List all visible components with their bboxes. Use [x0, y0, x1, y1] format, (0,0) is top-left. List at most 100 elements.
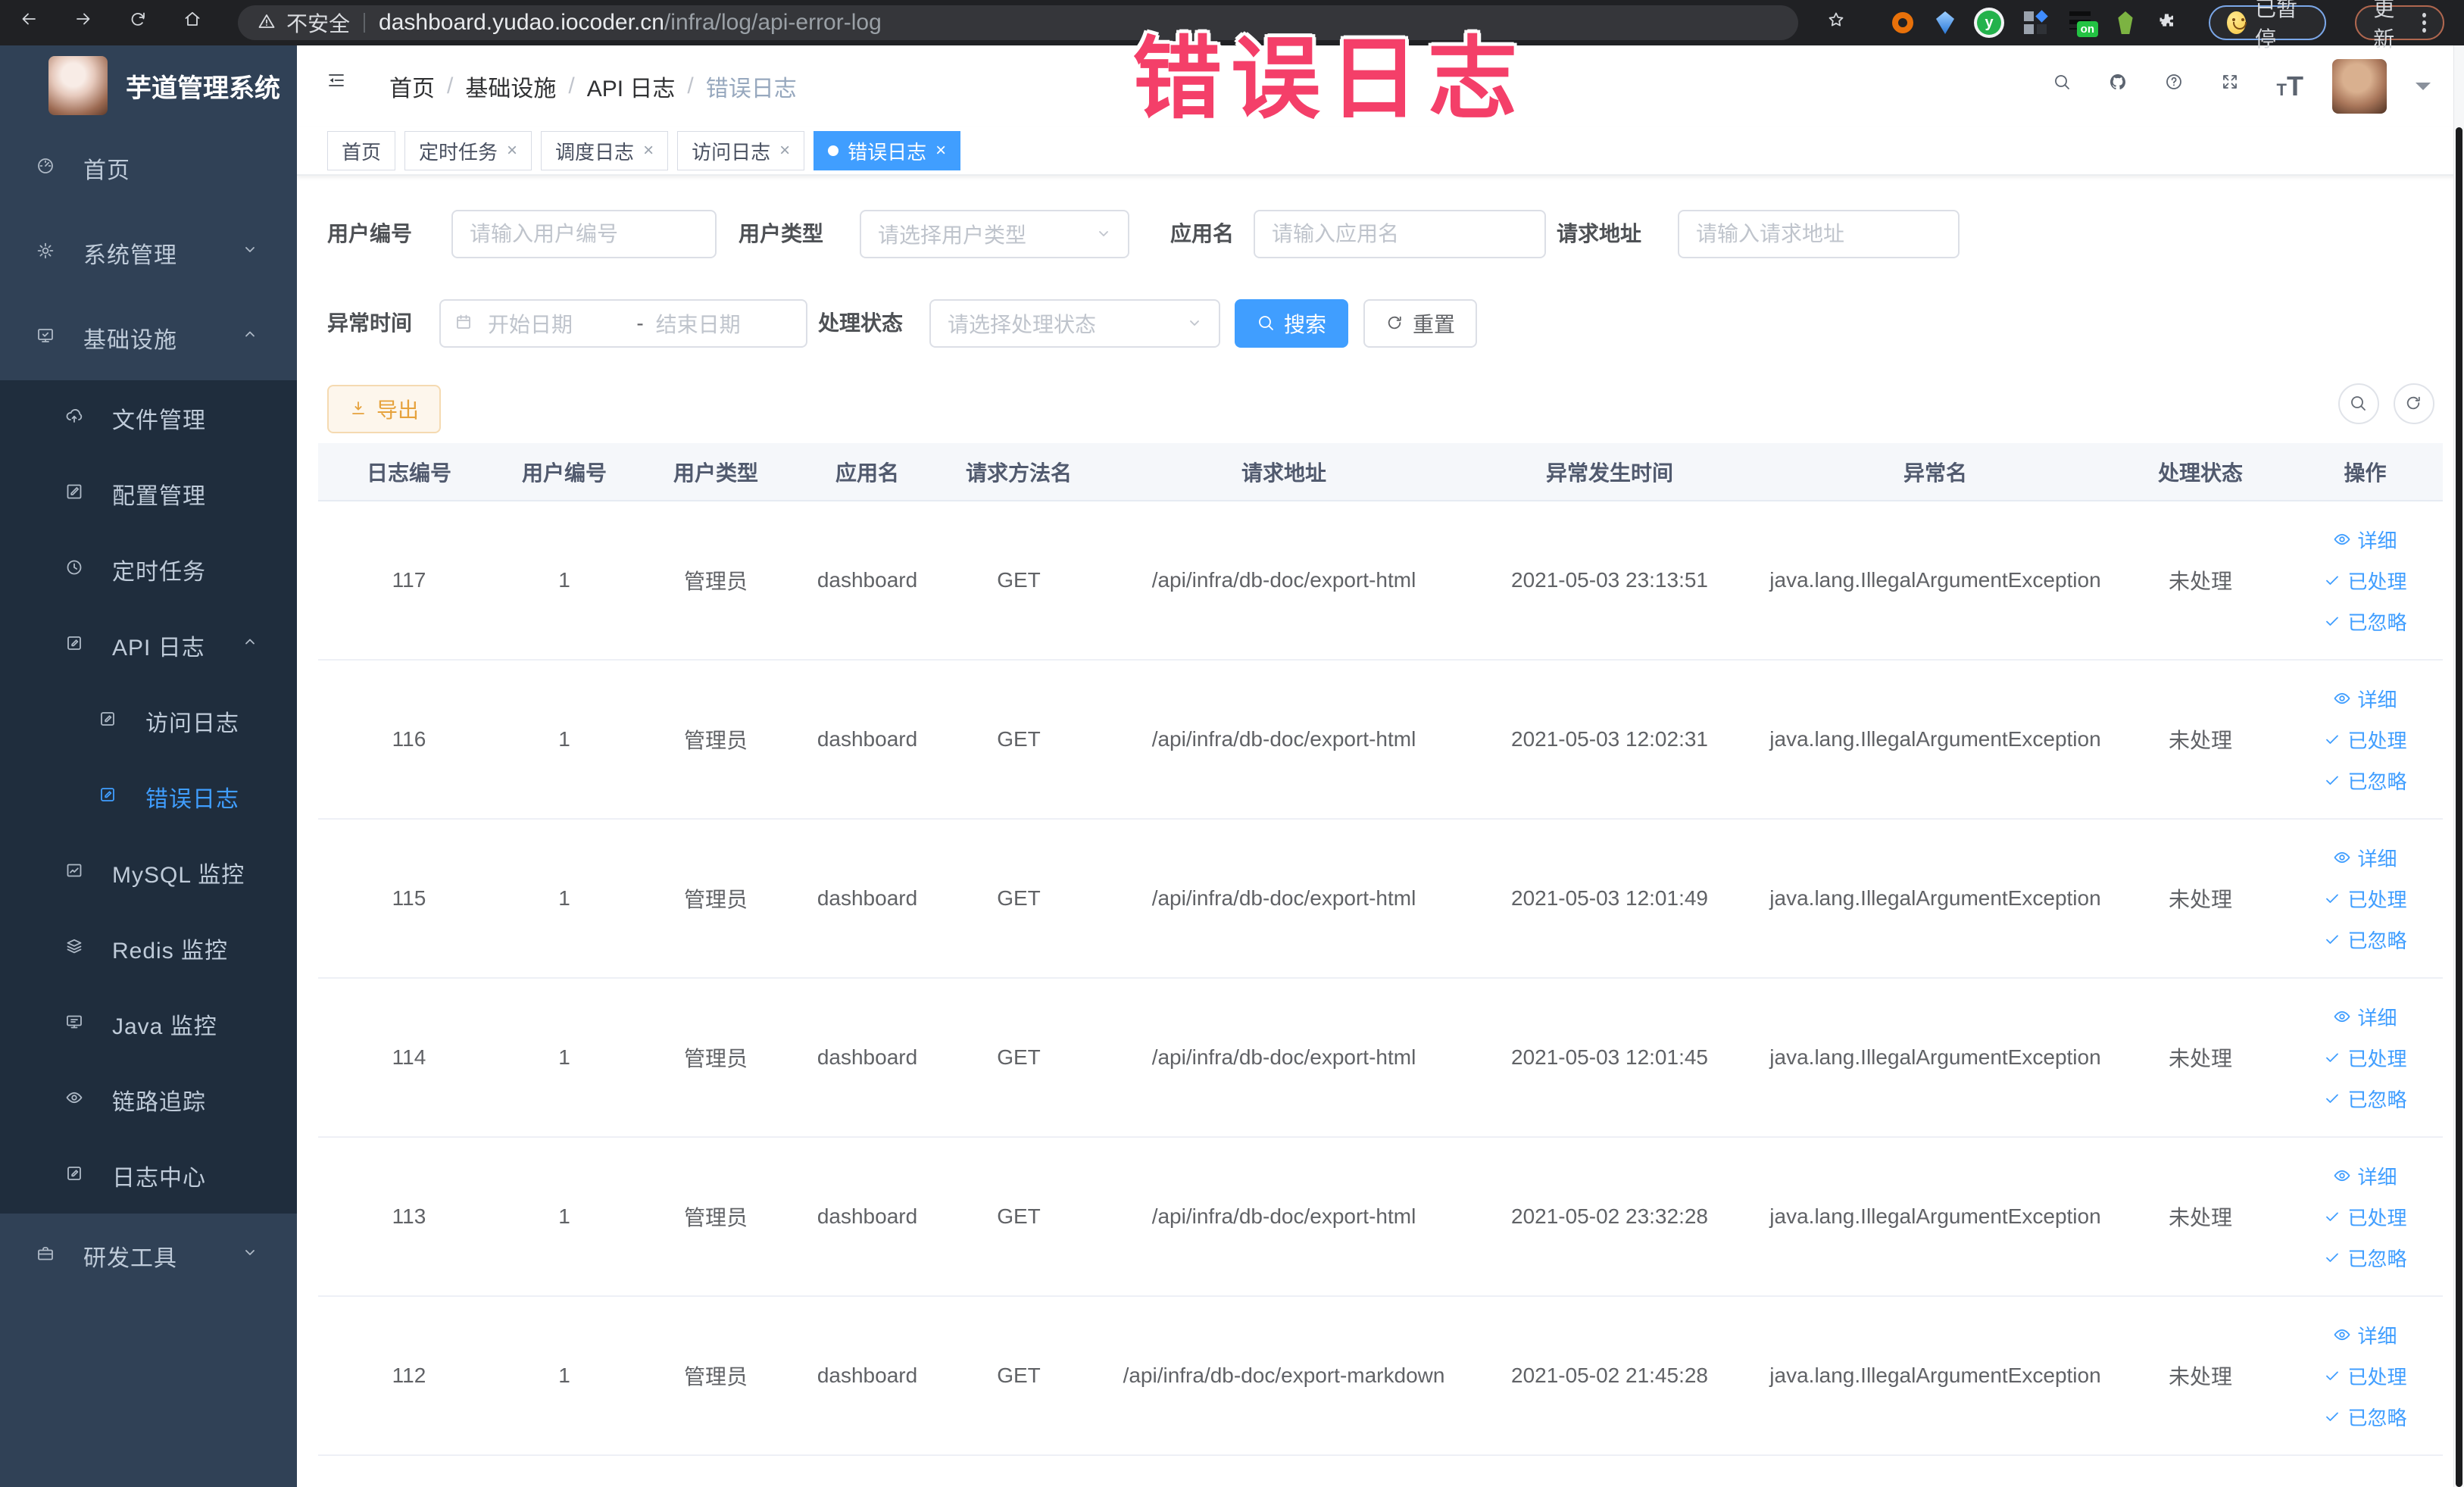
close-icon[interactable]: × [779, 140, 790, 161]
mark-processed-link[interactable]: 已处理 [2323, 561, 2407, 599]
breadcrumb-item[interactable]: API 日志 [587, 70, 676, 103]
breadcrumb-item[interactable]: 首页 [389, 70, 435, 103]
sidebar-item-scheduled-jobs[interactable]: 定时任务 [0, 532, 297, 608]
mark-ignored-link[interactable]: 已忽略 [2323, 1239, 2407, 1276]
user-id-input[interactable] [451, 210, 717, 258]
browser-menu-icon[interactable] [2422, 20, 2426, 25]
detail-link[interactable]: 详细 [2333, 998, 2397, 1036]
search-icon[interactable] [2053, 73, 2080, 100]
refresh-table-button[interactable] [2394, 383, 2434, 424]
avatar-caret-icon[interactable] [2416, 83, 2431, 98]
sidebar-item-system[interactable]: 系统管理 [0, 211, 297, 295]
sidebar-item-access-log[interactable]: 访问日志 [0, 683, 297, 759]
sidebar-item-error-log[interactable]: 错误日志 [0, 759, 297, 835]
mark-processed-link[interactable]: 已处理 [2323, 1198, 2407, 1236]
log-icon [65, 1161, 91, 1191]
extension-grid-icon[interactable] [2024, 10, 2048, 34]
scrollbar-thumb[interactable] [2456, 127, 2462, 1487]
cell-app-name: dashboard [803, 1296, 932, 1456]
detail-link[interactable]: 详细 [2333, 679, 2397, 717]
tag-error-log[interactable]: 错误日志 × [814, 131, 961, 170]
sidebar-item-config-management[interactable]: 配置管理 [0, 456, 297, 532]
cell-app-name: dashboard [803, 1137, 932, 1297]
column-header: 处理状态 [2113, 443, 2288, 501]
mark-processed-link[interactable]: 已处理 [2323, 1357, 2407, 1395]
cell-method: GET [932, 660, 1106, 820]
toggle-search-button[interactable] [2338, 383, 2379, 424]
tag-schedule-log[interactable]: 调度日志 × [541, 131, 669, 170]
sidebar-item-java-monitor[interactable]: Java 监控 [0, 986, 297, 1062]
cell-exception: java.lang.IllegalArgumentException [1757, 819, 2113, 979]
exception-time-range-picker[interactable]: 开始日期 - 结束日期 [439, 299, 807, 348]
detail-link[interactable]: 详细 [2333, 1316, 2397, 1354]
user-avatar[interactable] [2332, 59, 2387, 114]
close-icon[interactable]: × [643, 140, 654, 161]
tag-home[interactable]: 首页 [327, 131, 396, 170]
reset-button[interactable]: 重置 [1363, 299, 1477, 348]
sidebar-item-mysql-monitor[interactable]: MySQL 监控 [0, 835, 297, 911]
sidebar-item-file-management[interactable]: 文件管理 [0, 380, 297, 456]
extension-switch-icon[interactable]: on [2069, 11, 2098, 37]
app-logo[interactable]: 芋道管理系统 [0, 45, 297, 126]
detail-link[interactable]: 详细 [2333, 839, 2397, 876]
tag-access-log[interactable]: 访问日志 × [677, 131, 805, 170]
user-type-select[interactable]: 请选择用户类型 [860, 210, 1129, 258]
mark-processed-link[interactable]: 已处理 [2323, 720, 2407, 758]
export-button[interactable]: 导出 [327, 385, 441, 433]
fullscreen-icon[interactable] [2221, 73, 2248, 100]
sidebar-item-redis-monitor[interactable]: Redis 监控 [0, 911, 297, 986]
address-bar[interactable]: 不安全 dashboard.yudao.iocoder.cn/infra/log… [238, 5, 1798, 40]
browser-back-icon[interactable] [20, 10, 45, 36]
extension-ring-icon[interactable] [1892, 12, 1913, 33]
mark-ignored-link[interactable]: 已忽略 [2323, 1398, 2407, 1435]
sidebar-item-api-log[interactable]: API 日志 [0, 608, 297, 683]
mark-ignored-link[interactable]: 已忽略 [2323, 602, 2407, 640]
security-status[interactable]: 不安全 [258, 8, 350, 38]
request-url-input[interactable] [1678, 210, 1960, 258]
tag-scheduled-jobs[interactable]: 定时任务 × [404, 131, 532, 170]
github-icon[interactable] [2109, 73, 2136, 100]
breadcrumb-separator: / [687, 73, 694, 98]
close-icon[interactable]: × [507, 140, 517, 161]
extension-gem-icon[interactable] [1936, 11, 1954, 34]
extension-y-icon[interactable]: y [1977, 11, 2001, 35]
cell-app-name: dashboard [803, 660, 932, 820]
help-icon[interactable] [2165, 73, 2192, 100]
browser-forward-icon[interactable] [74, 10, 100, 36]
detail-link[interactable]: 详细 [2333, 520, 2397, 558]
sidebar-item-dev-tools[interactable]: 研发工具 [0, 1214, 297, 1298]
update-button[interactable]: 更新 [2355, 0, 2444, 51]
column-header: 操作 [2288, 443, 2443, 501]
sidebar-item-tracing[interactable]: 链路追踪 [0, 1062, 297, 1138]
mark-ignored-link[interactable]: 已忽略 [2323, 1079, 2407, 1117]
infrastructure-submenu: 文件管理 配置管理 定时任务 API 日志 访问日志 错误日志 MySQL 监控 [0, 380, 297, 1214]
mark-ignored-link[interactable]: 已忽略 [2323, 920, 2407, 958]
process-status-select[interactable]: 请选择处理状态 [929, 299, 1220, 348]
window-scrollbar[interactable] [2453, 45, 2464, 1487]
search-button[interactable]: 搜索 [1235, 299, 1348, 348]
cell-log-id: 115 [318, 819, 500, 979]
font-size-icon[interactable]: TT [2277, 70, 2303, 102]
mark-processed-link[interactable]: 已处理 [2323, 879, 2407, 917]
browser-home-icon[interactable] [183, 10, 209, 36]
detail-link[interactable]: 详细 [2333, 1157, 2397, 1195]
app-name-input[interactable] [1254, 210, 1546, 258]
extension-sprout-icon[interactable] [2118, 11, 2133, 34]
cell-method: GET [932, 1296, 1106, 1456]
mark-ignored-link[interactable]: 已忽略 [2323, 761, 2407, 799]
bookmark-star-icon[interactable] [1827, 11, 1851, 35]
sidebar-fold-icon[interactable] [327, 71, 358, 102]
close-icon[interactable]: × [935, 140, 946, 161]
sidebar-item-infrastructure[interactable]: 基础设施 [0, 295, 297, 380]
sidebar-item-log-center[interactable]: 日志中心 [0, 1138, 297, 1214]
browser-reload-icon[interactable] [129, 10, 155, 36]
mark-processed-link[interactable]: 已处理 [2323, 1039, 2407, 1076]
sidebar-item-home[interactable]: 首页 [0, 126, 297, 211]
cell-log-id: 117 [318, 501, 500, 661]
puzzle-icon[interactable] [2157, 11, 2180, 34]
breadcrumb-item[interactable]: 基础设施 [465, 70, 556, 103]
tag-label: 首页 [342, 140, 382, 164]
header-actions: TT [2053, 59, 2431, 114]
sync-paused-chip[interactable]: 已暂停 [2209, 0, 2327, 51]
range-separator: - [636, 311, 644, 335]
